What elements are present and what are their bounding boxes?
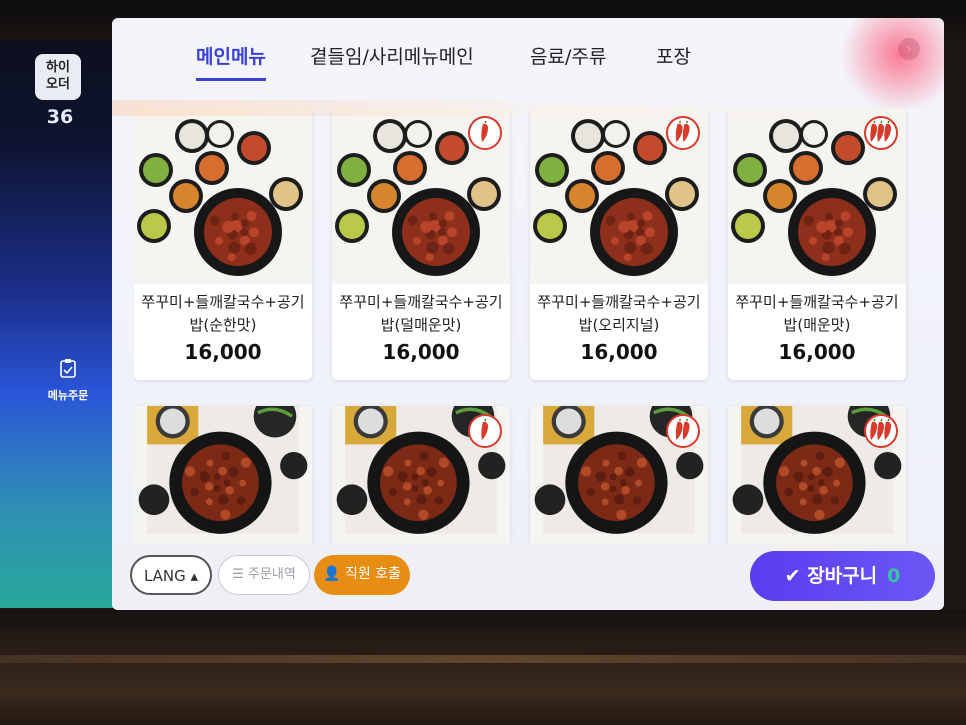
table-number: 36 <box>46 106 74 128</box>
device-bezel-bottom <box>0 610 966 725</box>
menu-item-name: 쭈꾸미+들깨칼국수+공기밥(매운맛) <box>735 293 899 334</box>
cart-count: 0 <box>887 565 901 587</box>
menu-card[interactable]: 쭈꾸미+들깨칼국수+공기밥(덜매운맛) 16,000 <box>332 108 510 380</box>
tab-takeout[interactable]: 포장 <box>656 42 691 69</box>
chili-pepper-icon <box>468 414 502 448</box>
chili-pepper-icon <box>864 116 898 150</box>
order-history-button[interactable]: ☰ 주문내역 <box>218 555 310 595</box>
menu-card[interactable] <box>332 406 510 543</box>
brand-logo: 하이 오더 <box>35 54 81 100</box>
person-icon: 👤 <box>323 566 345 582</box>
chevron-right-icon[interactable]: › <box>898 38 920 60</box>
menu-item-name: 쭈꾸미+들깨칼국수+공기밥(순한맛) <box>141 293 305 334</box>
lang-button[interactable]: LANG ▴ <box>130 555 212 595</box>
menu-card[interactable]: 쭈꾸미+들깨칼국수+공기밥(순한맛) 16,000 <box>134 108 312 380</box>
cart-button[interactable]: ✔ 장바구니 0 <box>750 551 935 601</box>
menu-item-name: 쭈꾸미+들깨칼국수+공기밥(덜매운맛) <box>339 293 503 334</box>
cart-label: 장바구니 <box>807 565 878 587</box>
tab-drinks[interactable]: 음료/주류 <box>530 42 606 69</box>
menu-item-name: 쭈꾸미+들깨칼국수+공기밥(오리지널) <box>537 293 701 334</box>
staff-call-button[interactable]: 👤 직원 호출 <box>314 555 410 595</box>
rail-menu-order-label: 메뉴주문 <box>47 389 89 402</box>
menu-grid: 쭈꾸미+들깨칼국수+공기밥(순한맛) 16,000 쭈꾸미+들깨칼국수+공기밥(덜매… <box>134 108 924 543</box>
menu-item-photo <box>134 108 312 284</box>
brand-logo-text: 하이 오더 <box>46 60 70 92</box>
category-tabs: 메인메뉴 곁들임/사리메뉴메인 음료/주류 포장 › <box>112 18 944 93</box>
chili-pepper-icon <box>864 414 898 448</box>
menu-item-price: 16,000 <box>184 340 262 364</box>
menu-card[interactable] <box>728 406 906 543</box>
menu-card[interactable] <box>530 406 708 543</box>
kiosk-screen: 메인메뉴 곁들임/사리메뉴메인 음료/주류 포장 › 쭈꾸미+들깨칼국수+공기밥… <box>112 18 944 610</box>
clipboard-icon <box>60 359 76 378</box>
tab-sides[interactable]: 곁들임/사리메뉴메인 <box>310 42 474 69</box>
check-icon: ✔ <box>784 565 808 587</box>
left-rail: 하이 오더 36 메뉴주문 <box>0 40 125 608</box>
menu-card[interactable]: 쭈꾸미+들깨칼국수+공기밥(매운맛) 16,000 <box>728 108 906 380</box>
menu-card[interactable] <box>134 406 312 543</box>
menu-item-photo <box>134 406 312 543</box>
staff-call-label: 직원 호출 <box>344 566 401 582</box>
menu-item-price: 16,000 <box>580 340 658 364</box>
menu-card[interactable]: 쭈꾸미+들깨칼국수+공기밥(오리지널) 16,000 <box>530 108 708 380</box>
menu-item-price: 16,000 <box>778 340 856 364</box>
chili-pepper-icon <box>468 116 502 150</box>
chili-pepper-icon <box>666 414 700 448</box>
rail-menu-order[interactable]: 메뉴주문 <box>30 358 106 403</box>
bottom-bar: LANG ▴ ☰ 주문내역 👤 직원 호출 ✔ 장바구니 0 <box>112 543 944 610</box>
menu-item-price: 16,000 <box>382 340 460 364</box>
tab-main-menu[interactable]: 메인메뉴 <box>196 42 266 81</box>
chili-pepper-icon <box>666 116 700 150</box>
